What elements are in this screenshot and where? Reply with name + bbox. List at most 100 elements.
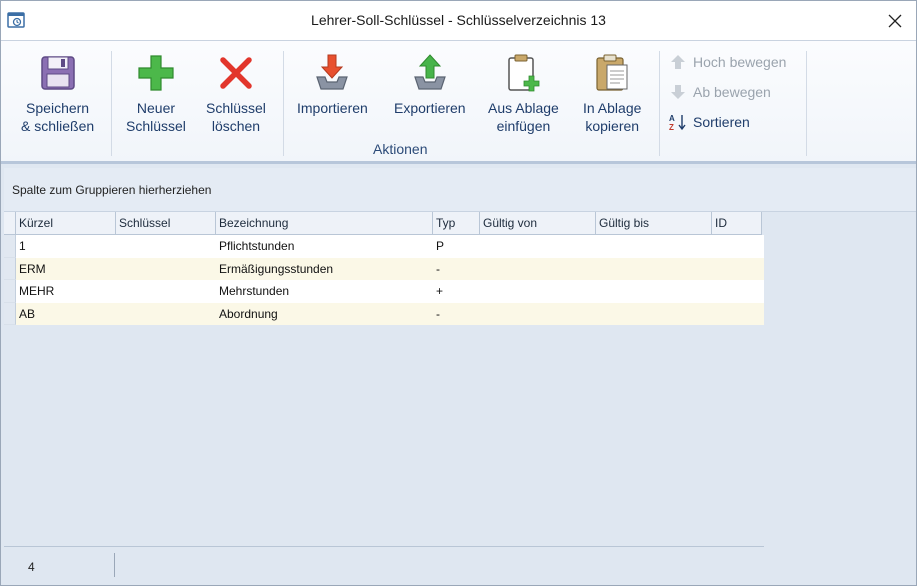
column-header-gueltig-von[interactable]: Gültig von [480, 212, 596, 235]
window-title: Lehrer-Soll-Schlüssel - Schlüsselverzeic… [311, 12, 606, 28]
delete-key-label-line1: Schlüssel [206, 100, 266, 116]
delete-x-icon [220, 57, 252, 89]
import-button[interactable]: Importieren [297, 53, 368, 117]
header-indicator [4, 212, 16, 234]
cell-kuerzel[interactable]: AB [16, 303, 116, 326]
cell-id[interactable] [712, 303, 762, 326]
arrow-down-icon [669, 83, 687, 101]
grid-empty-area [764, 212, 916, 585]
ribbon-separator [806, 51, 807, 156]
column-header-gueltig-bis[interactable]: Gültig bis [596, 212, 712, 235]
svg-text:A: A [669, 114, 675, 123]
cell-gueltig-von[interactable] [480, 235, 596, 258]
copy-label-line1: In Ablage [583, 100, 642, 116]
cell-gueltig-bis[interactable] [596, 235, 712, 258]
cell-gueltig-von[interactable] [480, 258, 596, 281]
column-header-typ[interactable]: Typ [433, 212, 480, 235]
actions-group-label: Aktionen [373, 141, 428, 157]
cell-id[interactable] [712, 258, 762, 281]
save-label-line1: Speichern [26, 100, 90, 116]
cell-bezeichnung[interactable]: Abordnung [216, 303, 433, 326]
sort-label: Sortieren [693, 114, 750, 130]
new-key-label-line1: Neuer [136, 100, 176, 116]
column-header-kuerzel[interactable]: Kürzel [16, 212, 116, 235]
move-up-label: Hoch bewegen [693, 54, 787, 70]
move-down-button[interactable]: Ab bewegen [669, 82, 771, 102]
ribbon-toolbar: Speichern & schließen Neuer Schlüssel Sc… [1, 40, 916, 164]
cell-schluessel[interactable] [116, 258, 216, 281]
dialog-window: Lehrer-Soll-Schlüssel - Schlüsselverzeic… [0, 0, 917, 586]
row-indicator[interactable] [4, 235, 16, 258]
delete-key-label-line2: löschen [211, 118, 261, 134]
cell-bezeichnung[interactable]: Pflichtstunden [216, 235, 433, 258]
title-bar: Lehrer-Soll-Schlüssel - Schlüsselverzeic… [1, 1, 916, 40]
new-key-button[interactable]: Neuer Schlüssel [126, 53, 186, 135]
delete-key-button[interactable]: Schlüssel löschen [206, 53, 266, 135]
cell-kuerzel[interactable]: ERM [16, 258, 116, 281]
grid-footer: 4 [4, 546, 764, 585]
move-down-label: Ab bewegen [693, 84, 771, 100]
cell-typ[interactable]: - [433, 258, 480, 281]
row-indicator[interactable] [4, 280, 16, 303]
save-and-close-button[interactable]: Speichern & schließen [21, 53, 94, 135]
group-by-hint: Spalte zum Gruppieren hierherziehen [12, 183, 212, 197]
cell-schluessel[interactable] [116, 235, 216, 258]
cell-bezeichnung[interactable]: Ermäßigungsstunden [216, 258, 433, 281]
cell-gueltig-von[interactable] [480, 280, 596, 303]
table-row[interactable]: AB Abordnung - [4, 302, 764, 326]
column-header-id[interactable]: ID [712, 212, 762, 235]
export-label: Exportieren [394, 100, 466, 116]
cell-gueltig-von[interactable] [480, 303, 596, 326]
import-label: Importieren [297, 100, 368, 116]
cell-gueltig-bis[interactable] [596, 303, 712, 326]
cell-gueltig-bis[interactable] [596, 280, 712, 303]
import-tray-icon [316, 54, 349, 90]
cell-gueltig-bis[interactable] [596, 258, 712, 281]
plus-icon [138, 55, 174, 91]
row-indicator[interactable] [4, 257, 16, 280]
copy-label-line2: kopieren [585, 118, 640, 134]
cell-typ[interactable]: + [433, 280, 480, 303]
cell-bezeichnung[interactable]: Mehrstunden [216, 280, 433, 303]
export-button[interactable]: Exportieren [394, 53, 466, 117]
clipboard-copy-icon [596, 54, 628, 91]
sort-az-icon: A Z [669, 113, 687, 131]
grid-rows: 1 Pflichtstunden P ERM Ermäßigungsstunde… [4, 235, 764, 325]
cell-schluessel[interactable] [116, 280, 216, 303]
copy-to-clipboard-button[interactable]: In Ablage kopieren [583, 53, 641, 135]
save-label-line2: & schließen [21, 118, 95, 134]
ribbon-separator [283, 51, 284, 156]
table-row[interactable]: MEHR Mehrstunden + [4, 280, 764, 303]
cell-id[interactable] [712, 280, 762, 303]
sort-button[interactable]: A Z Sortieren [669, 112, 750, 132]
ribbon-separator [111, 51, 112, 156]
close-button[interactable] [882, 9, 908, 33]
paste-label-line1: Aus Ablage [488, 100, 559, 116]
column-header-schluessel[interactable]: Schlüssel [116, 212, 216, 235]
ribbon-separator [659, 51, 660, 156]
cell-kuerzel[interactable]: MEHR [16, 280, 116, 303]
export-tray-icon [413, 54, 446, 90]
clipboard-paste-icon [508, 54, 540, 92]
svg-text:Z: Z [669, 123, 674, 131]
cell-schluessel[interactable] [116, 303, 216, 326]
paste-label-line2: einfügen [496, 118, 551, 134]
group-by-panel[interactable]: Spalte zum Gruppieren hierherziehen [4, 168, 916, 212]
paste-from-clipboard-button[interactable]: Aus Ablage einfügen [488, 53, 559, 135]
move-up-button[interactable]: Hoch bewegen [669, 52, 786, 72]
arrow-up-icon [669, 53, 687, 71]
table-row[interactable]: 1 Pflichtstunden P [4, 235, 764, 258]
cell-typ[interactable]: - [433, 303, 480, 326]
data-grid: Kürzel Schlüssel Bezeichnung Typ Gültig … [4, 212, 764, 545]
cell-kuerzel[interactable]: 1 [16, 235, 116, 258]
close-icon [888, 14, 902, 28]
row-count: 4 [28, 560, 35, 574]
new-key-label-line2: Schlüssel [126, 118, 186, 134]
row-indicator[interactable] [4, 302, 16, 325]
table-row[interactable]: ERM Ermäßigungsstunden - [4, 257, 764, 281]
grid-header: Kürzel Schlüssel Bezeichnung Typ Gültig … [4, 212, 762, 235]
cell-typ[interactable]: P [433, 235, 480, 258]
floppy-disk-icon [40, 56, 75, 90]
column-header-bezeichnung[interactable]: Bezeichnung [216, 212, 433, 235]
cell-id[interactable] [712, 235, 762, 258]
